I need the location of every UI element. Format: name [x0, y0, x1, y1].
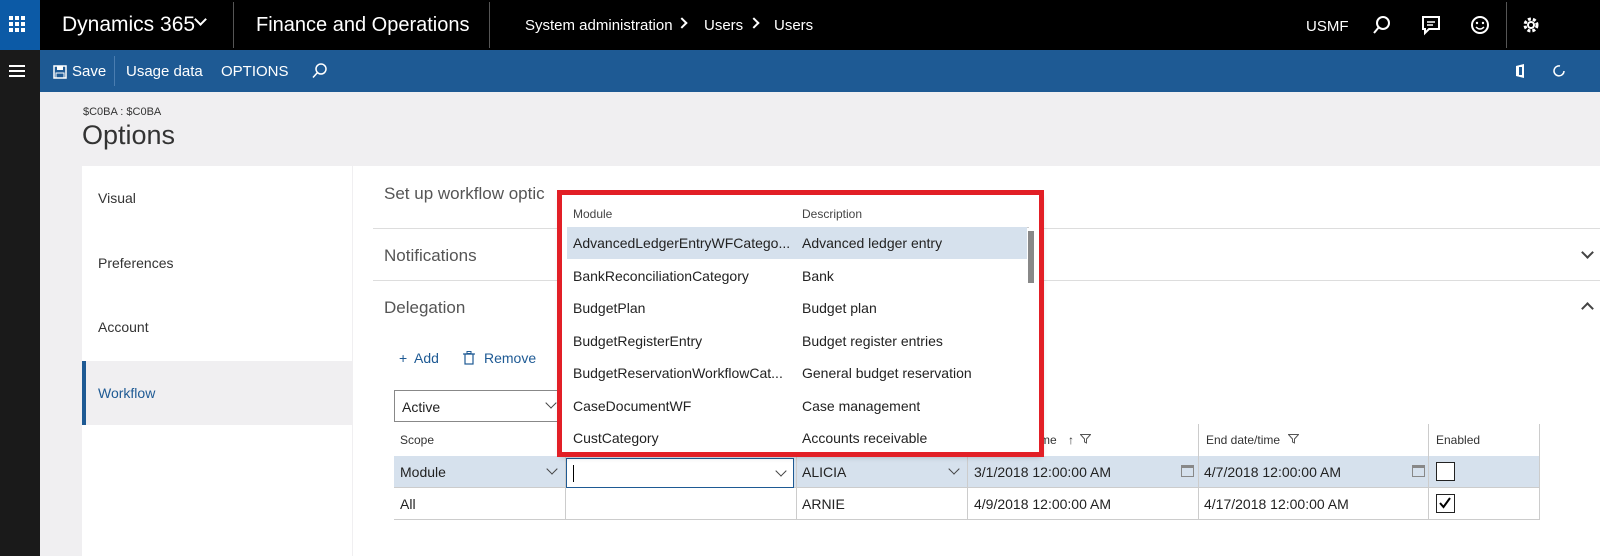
chevron-down-icon[interactable] — [194, 13, 207, 26]
feedback-smiley-icon[interactable] — [1469, 14, 1491, 36]
nav-item-visual[interactable]: Visual — [82, 166, 352, 230]
chevron-down-icon[interactable] — [948, 463, 960, 475]
chevron-right-icon — [676, 17, 688, 29]
lookup-description: Bank — [802, 268, 834, 284]
nav-item-workflow[interactable]: Workflow — [82, 361, 352, 425]
module-lookup-dropdown: Module Description AdvancedLedgerEntryWF… — [561, 195, 1041, 454]
lookup-module: AdvancedLedgerEntryWFCatego... — [573, 235, 791, 251]
save-button[interactable]: Save — [72, 63, 106, 80]
module-input[interactable] — [566, 458, 794, 488]
lookup-description: General budget reservation — [802, 365, 972, 381]
action-pane: Save Usage data OPTIONS — [40, 50, 1600, 92]
setup-workflow-heading: Set up workflow optic — [384, 184, 545, 203]
cell-module[interactable] — [566, 488, 578, 520]
lookup-module: BudgetRegisterEntry — [573, 333, 703, 349]
lookup-row[interactable]: BankReconciliationCategory Bank — [567, 260, 1027, 292]
chevron-up-icon[interactable] — [1581, 302, 1594, 315]
breadcrumb-system-administration[interactable]: System administration — [525, 17, 673, 34]
column-header-end-datetime[interactable]: End date/time — [1200, 424, 1305, 456]
record-caption: $C0BA : $C0BA — [83, 106, 162, 118]
cell-start-datetime[interactable]: 4/9/2018 12:00:00 AM — [968, 488, 1117, 520]
breadcrumb-users[interactable]: Users — [704, 17, 743, 34]
cell-user[interactable]: ALICIA — [796, 456, 852, 488]
status-filter-value: Active — [402, 399, 441, 415]
brand-name[interactable]: Dynamics 365 — [62, 13, 195, 37]
app-name: Finance and Operations — [256, 14, 470, 36]
cell-user[interactable]: ARNIE — [796, 488, 851, 520]
page-title: Options — [82, 120, 176, 150]
chevron-right-icon — [748, 17, 760, 29]
nav-item-preferences[interactable]: Preferences — [82, 231, 352, 295]
settings-gear-icon[interactable] — [1520, 14, 1542, 36]
top-navigation-bar: Dynamics 365 Finance and Operations Syst… — [0, 0, 1600, 50]
enabled-checkbox[interactable] — [1436, 494, 1455, 513]
lookup-row[interactable]: AdvancedLedgerEntryWFCatego... Advanced … — [567, 227, 1027, 259]
lookup-row[interactable]: CustCategory Accounts receivable — [567, 422, 1027, 454]
lookup-module: CaseDocumentWF — [573, 398, 692, 414]
company-selector[interactable]: USMF — [1306, 18, 1349, 35]
app-launcher-icon[interactable] — [0, 0, 40, 50]
lookup-module: BudgetPlan — [573, 300, 646, 316]
trash-icon[interactable] — [463, 351, 475, 365]
enabled-checkbox[interactable] — [1436, 462, 1455, 481]
lookup-scrollbar[interactable] — [1028, 231, 1034, 283]
column-header-scope[interactable]: Scope — [394, 424, 440, 456]
lookup-description: Case management — [802, 398, 921, 414]
calendar-icon[interactable] — [1181, 465, 1194, 477]
lookup-header-description[interactable]: Description — [802, 207, 862, 221]
lookup-row[interactable]: CaseDocumentWF Case management — [567, 390, 1027, 422]
office-icon[interactable] — [1514, 63, 1528, 79]
chevron-down-icon — [545, 397, 557, 409]
plus-icon[interactable]: + — [399, 350, 407, 366]
lookup-module: CustCategory — [573, 430, 659, 446]
hamburger-menu-icon[interactable] — [9, 65, 25, 67]
nav-item-account[interactable]: Account — [82, 295, 352, 359]
cell-end-datetime[interactable]: 4/17/2018 12:00:00 AM — [1198, 488, 1355, 520]
search-icon[interactable] — [1371, 14, 1393, 36]
filter-icon[interactable] — [1287, 434, 1301, 444]
calendar-icon[interactable] — [1412, 465, 1425, 477]
status-filter-select[interactable]: Active — [394, 390, 564, 422]
add-button[interactable]: Add — [414, 350, 439, 366]
lookup-description: Accounts receivable — [802, 430, 928, 446]
notifications-section-header[interactable]: Notifications — [384, 246, 477, 266]
delegation-section-header[interactable]: Delegation — [384, 298, 465, 318]
lookup-module: BankReconciliationCategory — [573, 268, 749, 284]
remove-button[interactable]: Remove — [484, 350, 536, 366]
lookup-description: Budget register entries — [802, 333, 943, 349]
filter-icon[interactable] — [1079, 434, 1092, 444]
left-navigation-rail — [0, 50, 40, 556]
chevron-down-icon[interactable] — [1581, 246, 1594, 259]
lookup-description: Advanced ledger entry — [802, 235, 943, 251]
sort-ascending-icon: ↑ — [1068, 433, 1075, 447]
cell-scope[interactable]: Module — [394, 456, 452, 488]
column-header-enabled[interactable]: Enabled — [1430, 424, 1486, 456]
search-icon[interactable] — [311, 62, 329, 80]
lookup-row[interactable]: BudgetPlan Budget plan — [567, 292, 1027, 324]
breadcrumb-users-current[interactable]: Users — [774, 17, 813, 34]
lookup-description: Budget plan — [802, 300, 877, 316]
lookup-header-module[interactable]: Module — [573, 207, 612, 221]
lookup-row[interactable]: BudgetReservationWorkflowCat... General … — [567, 357, 1027, 389]
chevron-down-icon[interactable] — [775, 465, 787, 477]
options-tab[interactable]: OPTIONS — [221, 63, 289, 80]
chevron-down-icon[interactable] — [546, 463, 558, 475]
checkmark-icon — [1439, 497, 1451, 509]
refresh-icon[interactable] — [1550, 62, 1568, 80]
cell-scope[interactable]: All — [394, 488, 422, 520]
cell-end-datetime[interactable]: 4/7/2018 12:00:00 AM — [1198, 456, 1347, 488]
cell-start-datetime[interactable]: 3/1/2018 12:00:00 AM — [968, 456, 1117, 488]
lookup-row[interactable]: BudgetRegisterEntry Budget register entr… — [567, 325, 1027, 357]
text-cursor — [573, 465, 574, 482]
usage-data-button[interactable]: Usage data — [126, 63, 203, 80]
message-icon[interactable] — [1420, 14, 1442, 36]
lookup-module: BudgetReservationWorkflowCat... — [573, 365, 783, 381]
save-icon[interactable] — [53, 65, 67, 79]
column-header-start-datetime[interactable]: me ↑ — [1034, 424, 1097, 456]
options-navigation: Visual Preferences Account Workflow — [82, 166, 352, 556]
